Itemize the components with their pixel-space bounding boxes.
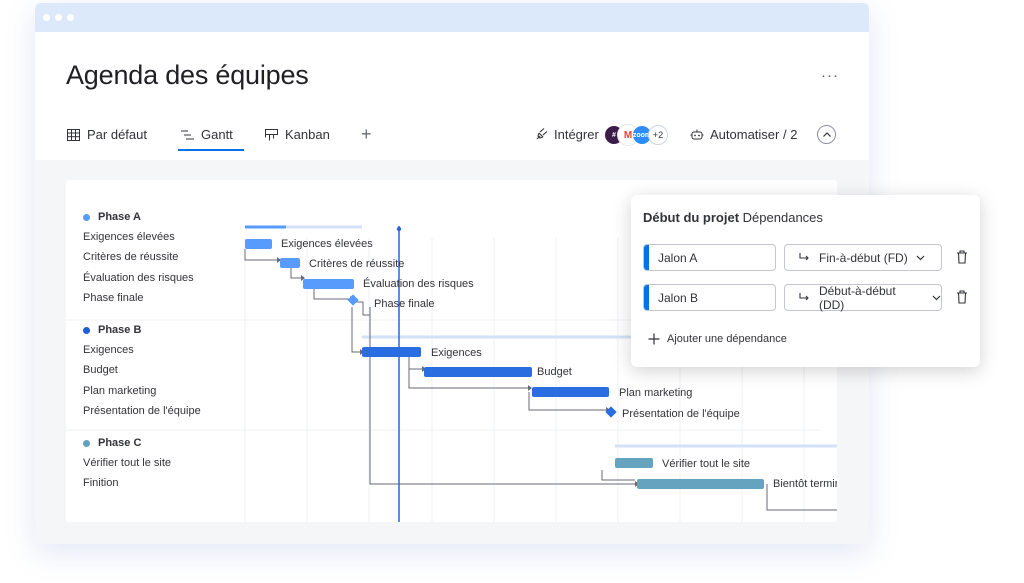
window-titlebar (35, 3, 869, 32)
panel-title-bold: Début du projet (643, 210, 740, 225)
gantt-bar[interactable] (615, 458, 653, 468)
bar-label: Bientôt terminé (773, 478, 837, 490)
automate-label: Automatiser / 2 (710, 127, 798, 142)
gantt-bar[interactable] (424, 367, 532, 377)
integrate-label: Intégrer (554, 127, 599, 142)
bar-label: Évaluation des risques (363, 278, 474, 290)
dependency-type-value: Début-à-début (DD) (818, 283, 896, 312)
table-icon (67, 128, 80, 141)
collapse-header-button[interactable] (817, 125, 836, 144)
gantt-bar[interactable] (362, 347, 421, 357)
add-dependency-button[interactable]: Ajouter une dépendance (648, 333, 787, 345)
add-view-button[interactable]: + (361, 124, 372, 145)
dependency-type-value: Fin-à-début (FD) (819, 250, 908, 265)
plug-icon (536, 128, 548, 140)
add-dependency-label: Ajouter une dépendance (667, 333, 787, 345)
panel-title: Début du projet Dépendances (643, 210, 823, 225)
integrate-button[interactable]: Intégrer (535, 127, 599, 142)
milestone-value: Jalon B (658, 290, 699, 305)
chevron-down-icon (916, 255, 925, 260)
tab-label: Par défaut (87, 127, 147, 142)
bar-label: Exigences (431, 347, 482, 359)
bar-label: Budget (537, 366, 572, 378)
gantt-bar[interactable] (245, 239, 272, 249)
dependency-arrow-icon (799, 252, 809, 260)
bar-label: Critères de réussite (309, 258, 405, 270)
bar-label: Vérifier tout le site (662, 458, 751, 470)
robot-icon (690, 129, 704, 139)
delete-dependency-icon[interactable] (956, 250, 968, 264)
delete-dependency-icon[interactable] (956, 290, 968, 304)
tab-label: Kanban (285, 127, 330, 142)
bar-label: Exigences élevées (281, 238, 373, 250)
more-integrations-badge[interactable]: +2 (648, 125, 668, 145)
bar-label: Présentation de l'équipe (622, 408, 740, 420)
milestone-field-b[interactable]: Jalon B (643, 284, 776, 311)
chevron-up-icon (822, 132, 831, 137)
kanban-icon (265, 128, 278, 140)
automate-button[interactable]: Automatiser / 2 (690, 127, 797, 142)
chevron-down-icon (932, 295, 941, 300)
gantt-bar[interactable] (280, 258, 300, 268)
window-dot (67, 14, 74, 21)
field-accent (644, 245, 649, 270)
tab-kanban[interactable]: Kanban (265, 127, 330, 142)
dependency-type-select-b[interactable]: Début-à-début (DD) (784, 283, 942, 312)
panel-title-rest: Dépendances (742, 210, 823, 225)
gantt-icon (181, 130, 194, 139)
more-options-button[interactable]: ··· (821, 67, 839, 84)
page-title: Agenda des équipes (66, 60, 309, 90)
gantt-bar[interactable] (637, 479, 764, 489)
plus-icon (648, 333, 660, 345)
tab-gantt[interactable]: Gantt (181, 127, 233, 142)
milestone-value: Jalon A (658, 250, 698, 265)
field-accent (644, 285, 649, 310)
milestone-diamond (347, 294, 359, 306)
active-tab-indicator (178, 149, 244, 151)
dependency-type-select-a[interactable]: Fin-à-début (FD) (784, 244, 942, 271)
tab-par-defaut[interactable]: Par défaut (67, 127, 147, 142)
window-dot (55, 14, 62, 21)
tab-label: Gantt (201, 127, 233, 142)
gantt-bar[interactable] (303, 279, 354, 289)
window-dot (43, 14, 50, 21)
milestone-field-a[interactable]: Jalon A (643, 244, 776, 271)
dependency-arrow-icon (799, 292, 809, 300)
bar-label: Plan marketing (619, 387, 693, 399)
bar-label: Phase finale (374, 298, 435, 310)
gantt-bar[interactable] (532, 387, 609, 397)
dependencies-panel: Début du projet Dépendances Jalon A Fin-… (631, 195, 980, 367)
